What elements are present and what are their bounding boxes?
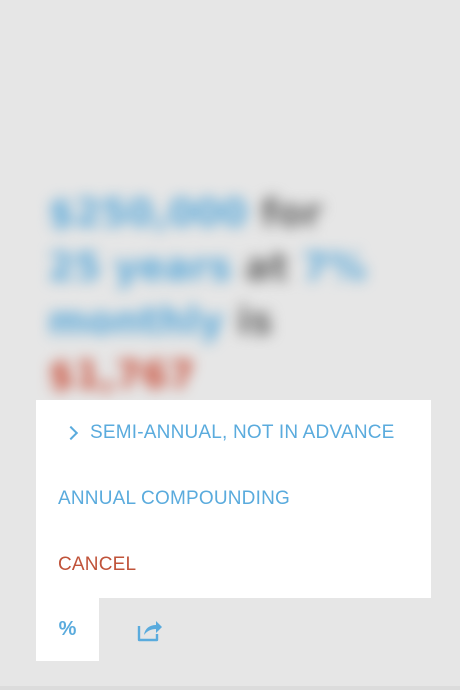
menu-item-semi-annual[interactable]: SEMI-ANNUAL, NOT IN ADVANCE	[63, 413, 395, 453]
share-icon	[137, 621, 162, 642]
blurred-summary: $250,000 for 25 years at 7% monthly is $…	[48, 186, 428, 402]
summary-line-3: monthly is $1,767	[48, 294, 428, 402]
cancel-label: CANCEL	[58, 554, 137, 575]
menu-item-label: ANNUAL COMPOUNDING	[58, 488, 290, 509]
compounding-menu: SEMI-ANNUAL, NOT IN ADVANCE ANNUAL COMPO…	[36, 400, 431, 598]
share-button[interactable]	[133, 614, 165, 646]
chevron-right-icon	[63, 425, 79, 441]
summary-payment: $1,767	[48, 353, 195, 397]
summary-line-1: $250,000 for	[48, 186, 428, 240]
summary-amount: $250,000	[48, 191, 248, 235]
summary-rate: 7%	[301, 245, 367, 289]
summary-line-2: 25 years at 7%	[48, 240, 428, 294]
summary-term: 25 years	[48, 245, 232, 289]
tab-percent[interactable]: %	[36, 598, 99, 661]
summary-frequency: monthly	[48, 299, 224, 343]
menu-item-annual[interactable]: ANNUAL COMPOUNDING	[58, 479, 290, 519]
cancel-button[interactable]: CANCEL	[58, 545, 136, 585]
summary-at: at	[244, 245, 289, 289]
summary-is: is	[237, 299, 273, 343]
menu-item-label: SEMI-ANNUAL, NOT IN ADVANCE	[90, 422, 395, 443]
percent-label: %	[58, 618, 77, 640]
summary-for: for	[260, 191, 323, 235]
bottom-divider	[0, 686, 460, 690]
